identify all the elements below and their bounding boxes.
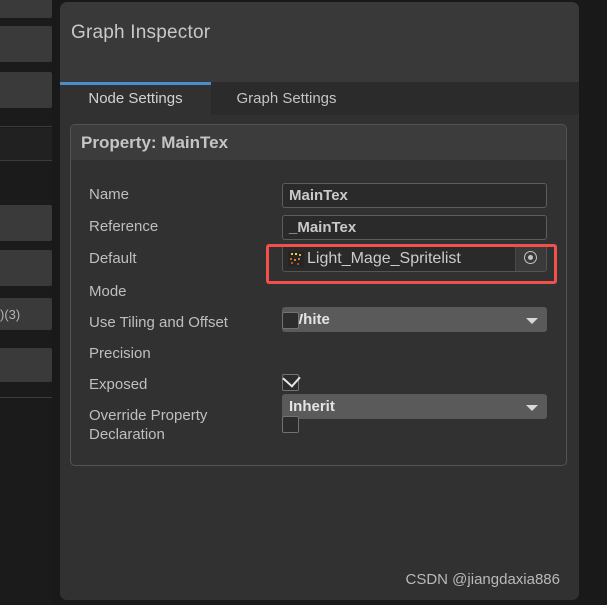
label-override-property-declaration: Override Property Declaration [89,407,208,443]
reference-input[interactable]: _MainTex [282,215,547,240]
background-node-list: )(3) [0,0,60,605]
inspector-header: Graph Inspector [60,2,579,82]
list-item[interactable] [0,128,60,160]
label-exposed: Exposed [89,376,148,393]
graph-inspector-window: Graph Inspector Node Settings Graph Sett… [60,2,579,600]
list-item[interactable] [0,26,52,62]
precision-dropdown-value: Inherit [289,398,335,415]
label-mode: Mode [89,283,127,300]
property-group-box: Property: MainTex Name MainTex Reference… [70,124,567,466]
property-group-header: Property: MainTex [71,125,566,160]
page-title: Graph Inspector [71,22,211,43]
default-object-name: Light_Mage_Spritelist [307,250,461,267]
list-item[interactable] [0,0,52,18]
label-reference: Reference [89,218,159,235]
target-circle-dot-icon [528,255,533,260]
divider [0,160,60,161]
tab-active-indicator [60,82,211,85]
mode-dropdown[interactable]: White [282,307,547,332]
list-item-count-label: )(3) [0,307,21,322]
default-object-field[interactable]: Light_Mage_Spritelist [282,245,547,272]
screen-root: )(3) Graph Inspector Node Settings Graph… [0,0,607,605]
chevron-down-icon [526,405,538,411]
tab-node-settings-label: Node Settings [88,90,183,107]
name-input[interactable]: MainTex [282,183,547,208]
list-item[interactable] [0,348,52,382]
override-property-declaration-checkbox[interactable] [282,416,299,433]
exposed-checkbox[interactable] [282,369,301,391]
tab-graph-settings[interactable]: Graph Settings [211,82,362,115]
panel-gutter [52,0,60,605]
chevron-down-icon [526,318,538,324]
texture-thumbnail-icon [288,251,304,267]
check-icon [282,369,301,388]
list-item[interactable] [0,250,52,286]
divider [0,397,60,398]
label-default: Default [89,250,137,267]
tab-node-settings[interactable]: Node Settings [60,82,211,115]
use-tiling-and-offset-checkbox[interactable] [282,312,299,329]
inspector-body: Property: MainTex Name MainTex Reference… [60,115,579,600]
property-group-title: Property: MainTex [81,133,229,152]
label-precision: Precision [89,345,151,362]
object-picker-button[interactable] [515,246,546,271]
list-item[interactable] [0,72,52,108]
tab-bar: Node Settings Graph Settings [60,82,579,115]
label-use-tiling-and-offset: Use Tiling and Offset [89,314,228,331]
precision-dropdown[interactable]: Inherit [282,394,547,419]
list-item[interactable] [0,205,52,241]
tab-graph-settings-label: Graph Settings [236,90,337,107]
watermark: CSDN @jiangdaxia886 [405,571,560,588]
divider [0,126,60,127]
label-name: Name [89,186,130,203]
